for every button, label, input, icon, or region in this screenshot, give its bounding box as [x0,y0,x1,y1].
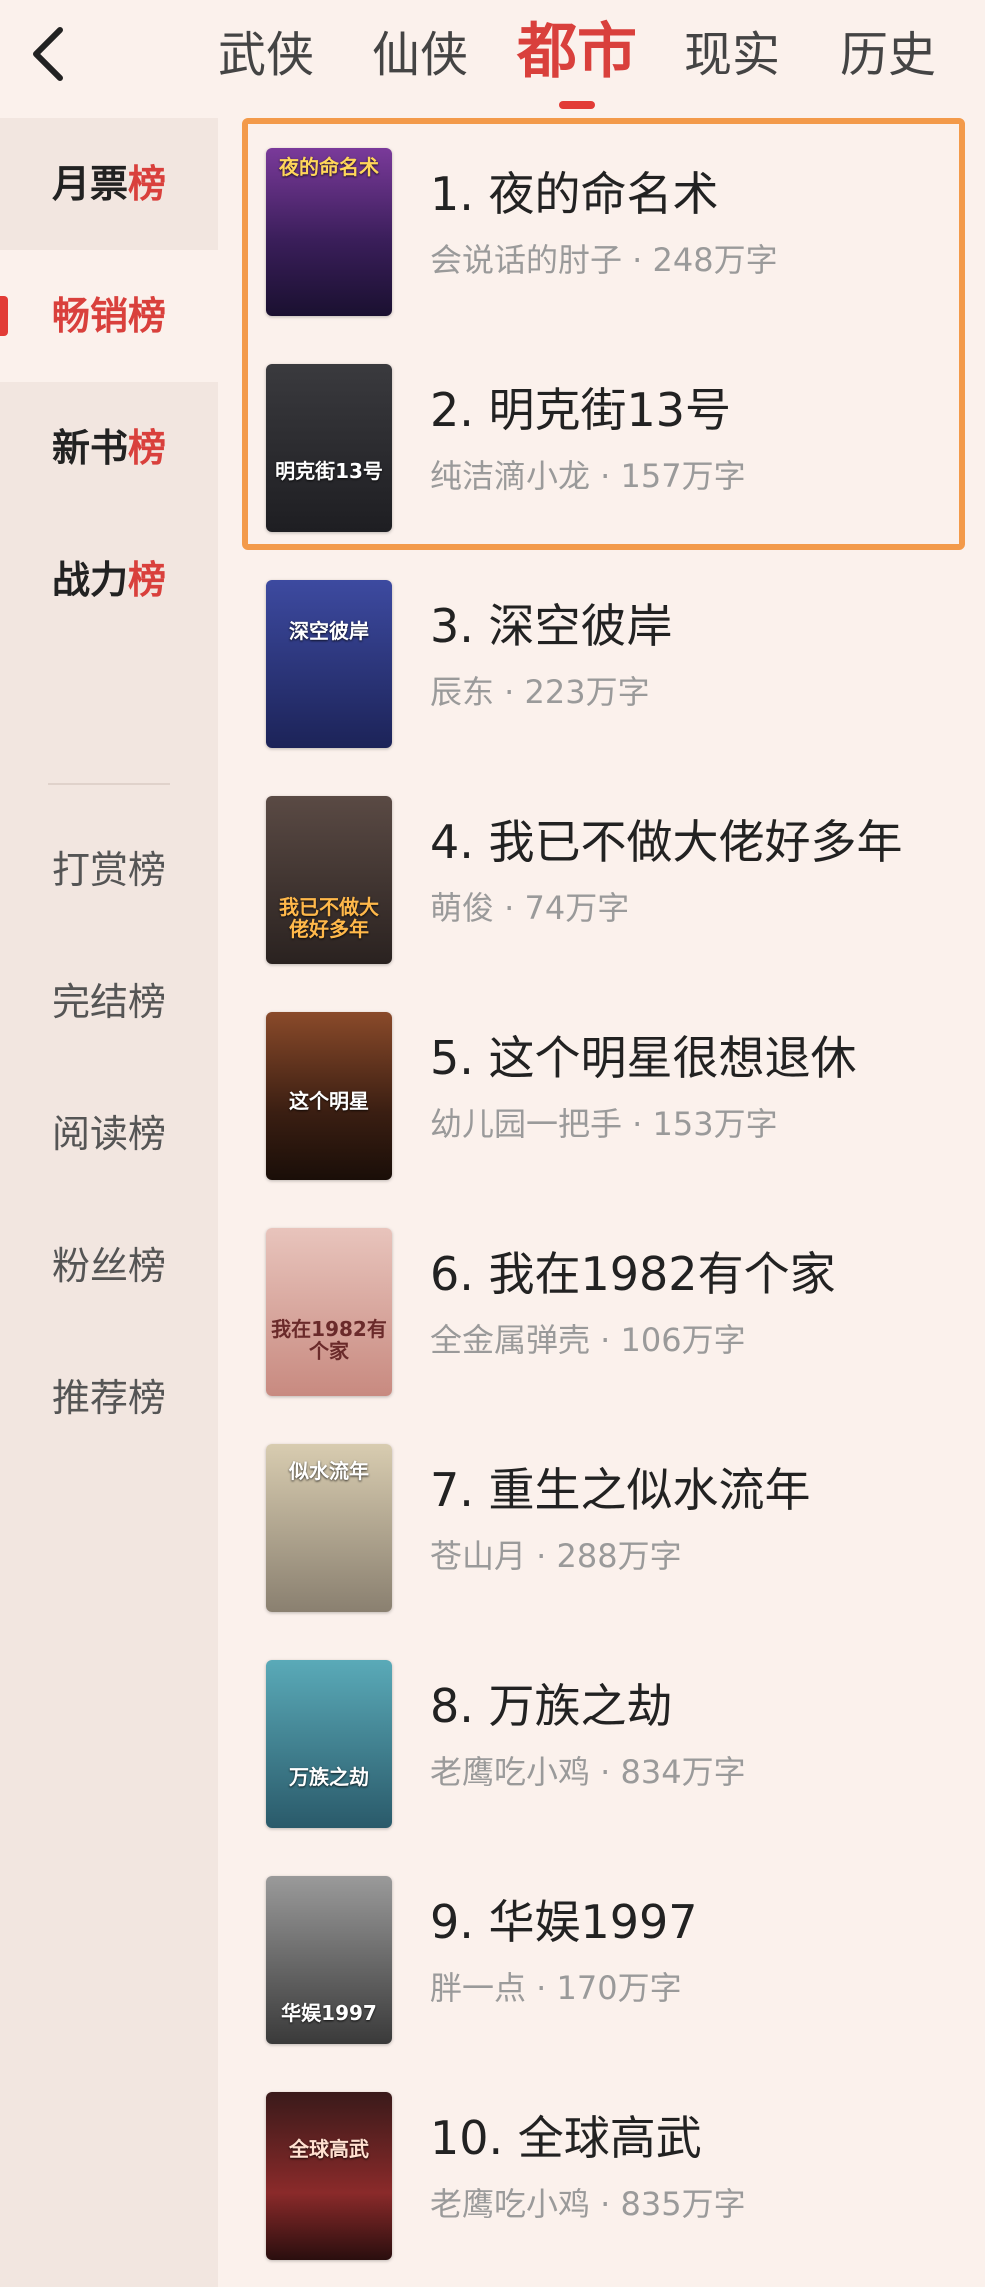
cover-title: 明克街13号 [275,459,383,483]
sidebar-item-tips[interactable]: 打赏榜 [0,804,218,936]
book-item-8[interactable]: 万族之劫 8. 万族之劫 老鹰吃小鸡 · 834万字 [266,1660,966,1830]
book-title: 2. 明克街13号 [430,383,732,437]
cover-title: 我在1982有个家 [271,1317,387,1363]
book-cover: 深空彼岸 [266,580,392,748]
cover-title: 夜的命名术 [279,155,379,179]
active-tab-indicator [559,101,595,109]
book-cover: 夜的命名术 [266,148,392,316]
sidebar-item-label: 粉丝榜 [51,1244,166,1288]
sidebar-item-label: 完结榜 [51,980,166,1024]
book-cover: 全球高武 [266,2092,392,2260]
top-nav-bar: 武侠 仙侠 都市 现实 历史 [0,0,985,118]
book-item-9[interactable]: 华娱1997 9. 华娱1997 胖一点 · 170万字 [266,1876,966,2046]
book-item-4[interactable]: 我已不做大佬好多年 4. 我已不做大佬好多年 萌俊 · 74万字 [266,796,966,966]
book-item-10[interactable]: 全球高武 10. 全球高武 老鹰吃小鸡 · 835万字 [266,2092,966,2262]
sidebar-item-label: 阅读榜 [51,1112,166,1156]
book-title: 6. 我在1982有个家 [430,1247,836,1301]
book-title: 5. 这个明星很想退休 [430,1031,857,1085]
cover-title: 似水流年 [289,1459,369,1483]
sidebar-item-monthly-ticket[interactable]: 月票榜 [0,118,218,250]
book-item-7[interactable]: 似水流年 7. 重生之似水流年 苍山月 · 288万字 [266,1444,966,1614]
book-cover: 我已不做大佬好多年 [266,796,392,964]
book-meta: 老鹰吃小鸡 · 835万字 [430,2185,746,2223]
sidebar-item-bestseller[interactable]: 畅销榜 [0,250,218,382]
book-item-6[interactable]: 我在1982有个家 6. 我在1982有个家 全金属弹壳 · 106万字 [266,1228,966,1398]
book-title: 7. 重生之似水流年 [430,1463,811,1517]
cover-title: 全球高武 [289,2137,369,2161]
sidebar-item-label-accent: 榜 [128,426,167,470]
cover-title: 我已不做大佬好多年 [279,895,379,941]
book-meta: 纯洁滴小龙 · 157万字 [430,457,746,495]
book-cover: 这个明星 [266,1012,392,1180]
sidebar-item-label-accent: 榜 [128,162,167,206]
book-meta: 幼儿园一把手 · 153万字 [430,1105,778,1143]
sidebar-item-fans[interactable]: 粉丝榜 [0,1200,218,1332]
book-meta: 老鹰吃小鸡 · 834万字 [430,1753,746,1791]
book-meta: 萌俊 · 74万字 [430,889,630,927]
sidebar-item-new-books[interactable]: 新书榜 [0,382,218,514]
ranking-sidebar: 月票榜 畅销榜 新书榜 战力榜 打赏榜 完结榜 阅读榜 粉丝榜 推荐榜 [0,118,218,2287]
book-item-2[interactable]: 明克街13号 2. 明克街13号 纯洁滴小龙 · 157万字 [266,364,966,534]
book-meta: 会说话的肘子 · 248万字 [430,241,778,279]
book-title: 9. 华娱1997 [430,1895,698,1949]
sidebar-item-label: 畅销榜 [51,294,166,338]
tab-lishi[interactable]: 历史 [838,22,938,92]
book-cover: 明克街13号 [266,364,392,532]
book-title: 8. 万族之劫 [430,1679,673,1733]
sidebar-divider [48,783,170,785]
cover-title: 深空彼岸 [289,619,369,643]
book-cover: 华娱1997 [266,1876,392,2044]
back-button[interactable] [22,24,82,84]
book-meta: 胖一点 · 170万字 [430,1969,682,2007]
sidebar-item-label: 打赏榜 [51,848,166,892]
sidebar-item-recommend[interactable]: 推荐榜 [0,1332,218,1464]
sidebar-item-label: 月票 [51,162,128,206]
book-item-1[interactable]: 夜的命名术 1. 夜的命名术 会说话的肘子 · 248万字 [266,148,966,318]
book-title: 4. 我已不做大佬好多年 [430,815,903,869]
cover-title: 这个明星 [289,1089,369,1113]
tab-xianshi[interactable]: 现实 [682,22,782,92]
book-cover: 我在1982有个家 [266,1228,392,1396]
tab-dushi[interactable]: 都市 [514,12,640,87]
book-cover: 似水流年 [266,1444,392,1612]
book-meta: 全金属弹壳 · 106万字 [430,1321,746,1359]
sidebar-item-reading[interactable]: 阅读榜 [0,1068,218,1200]
sidebar-item-label: 战力 [51,558,128,602]
cover-title: 万族之劫 [289,1765,369,1789]
tab-xianxia[interactable]: 仙侠 [370,22,470,92]
sidebar-item-completed[interactable]: 完结榜 [0,936,218,1068]
book-title: 3. 深空彼岸 [430,599,673,653]
sidebar-item-power[interactable]: 战力榜 [0,514,218,646]
tab-wuxia[interactable]: 武侠 [216,22,316,92]
cover-title: 华娱1997 [281,2001,377,2025]
book-title: 1. 夜的命名术 [430,167,719,221]
book-item-3[interactable]: 深空彼岸 3. 深空彼岸 辰东 · 223万字 [266,580,966,750]
chevron-left-icon [33,27,63,81]
book-meta: 辰东 · 223万字 [430,673,650,711]
book-cover: 万族之劫 [266,1660,392,1828]
sidebar-item-label: 新书 [51,426,128,470]
book-meta: 苍山月 · 288万字 [430,1537,682,1575]
book-item-5[interactable]: 这个明星 5. 这个明星很想退休 幼儿园一把手 · 153万字 [266,1012,966,1182]
book-title: 10. 全球高武 [430,2111,702,2165]
sidebar-item-label-accent: 榜 [128,558,167,602]
sidebar-item-label: 推荐榜 [51,1376,166,1420]
